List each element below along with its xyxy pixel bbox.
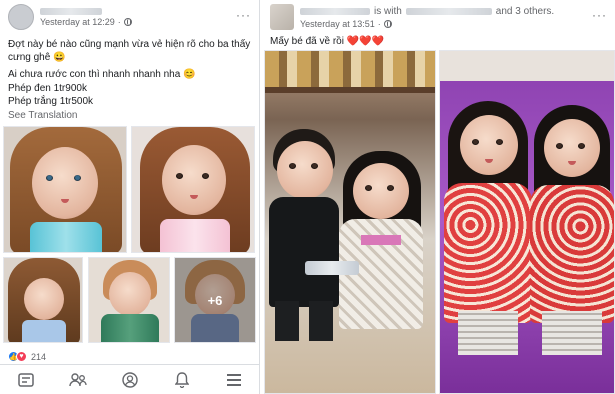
blurred-overlay — [305, 261, 359, 275]
doll-eye — [472, 139, 479, 145]
post-photo-4[interactable] — [88, 257, 170, 343]
wall — [440, 51, 614, 81]
post-photo-1[interactable] — [3, 126, 127, 253]
blurred-name — [40, 7, 102, 15]
shelf-figurines — [265, 51, 435, 87]
more-photos-overlay[interactable]: +6 — [175, 258, 255, 342]
doll-eye — [556, 143, 563, 149]
with-text: is with — [374, 5, 402, 17]
doll-black-outfit — [269, 197, 339, 307]
post-text-line-3: Phép đen 1tr900k — [8, 83, 87, 94]
doll-eye — [578, 143, 585, 149]
doll-eye — [74, 175, 81, 181]
doll-dress — [160, 219, 230, 252]
right-post-header: is with and 3 others. Yesterday at 13:51… — [270, 4, 554, 30]
right-post-timestamp[interactable]: Yesterday at 13:51 — [300, 19, 375, 29]
globe-icon — [383, 19, 392, 28]
doll-eye — [496, 139, 503, 145]
love-reaction-icon: ♥ — [16, 351, 27, 362]
doll-face — [24, 278, 64, 320]
meta-separator: · — [117, 16, 121, 27]
doll-red-dress — [530, 185, 614, 323]
doll-dress — [30, 222, 102, 252]
reaction-count: 214 — [31, 351, 47, 362]
doll-eye — [311, 163, 318, 169]
post-text-line-4: Phép trắng 1tr500k — [8, 96, 94, 107]
poster-avatar[interactable] — [270, 4, 294, 30]
doll-eye — [46, 175, 53, 181]
doll-eye — [176, 173, 183, 179]
blurred-name[interactable] — [300, 7, 370, 15]
right-post-caption: Mấy bé đã về rồi ❤️❤️❤️ — [270, 36, 385, 47]
doll-eye — [289, 163, 296, 169]
right-post-meta: Yesterday at 13:51 · — [300, 19, 554, 29]
globe-icon — [123, 17, 132, 26]
post-photo-2[interactable] — [131, 126, 255, 253]
doll-face — [544, 119, 600, 177]
right-photo-1[interactable] — [264, 50, 436, 394]
right-post: is with and 3 others. Yesterday at 13:51… — [262, 0, 615, 394]
doll-face — [32, 147, 98, 219]
poster-avatar[interactable] — [8, 4, 34, 30]
left-post-options-button[interactable]: ··· — [236, 8, 251, 22]
poster-name-line: is with and 3 others. — [300, 6, 554, 17]
notifications-icon[interactable] — [171, 370, 193, 390]
doll-dress — [22, 320, 66, 342]
left-post-timestamp[interactable]: Yesterday at 12:29 — [40, 17, 115, 27]
and-others-link[interactable]: and 3 others. — [496, 6, 554, 17]
doll-eye — [365, 185, 372, 191]
doll-dress — [101, 314, 159, 342]
doll-face — [353, 163, 409, 219]
right-post-options-button[interactable]: ··· — [592, 8, 607, 22]
doll-eye — [202, 173, 209, 179]
poster-name[interactable] — [40, 7, 132, 15]
post-photo-3[interactable] — [3, 257, 83, 343]
post-text-line-1: Đợt này bé nào cũng mạnh vừa vẻ hiện rõ … — [8, 39, 251, 63]
blurred-tagged-name[interactable] — [405, 7, 492, 15]
doll-pink-sash — [361, 235, 401, 245]
left-post-header: Yesterday at 12:29 · — [8, 4, 132, 30]
doll-tights — [542, 311, 602, 355]
doll-eye — [387, 185, 394, 191]
post-photo-5[interactable]: +6 — [174, 257, 256, 343]
shelf-board — [265, 87, 435, 93]
doll-face — [109, 272, 151, 316]
doll-red-dress — [444, 183, 532, 323]
news-feed-icon[interactable] — [15, 370, 37, 390]
left-header-text: Yesterday at 12:29 · — [40, 7, 132, 27]
right-photo-2[interactable] — [439, 50, 615, 394]
doll-tights — [458, 311, 518, 355]
doll-face — [277, 141, 333, 199]
profile-icon[interactable] — [119, 370, 141, 390]
left-post-meta: Yesterday at 12:29 · — [40, 17, 132, 27]
reactions-summary[interactable]: 👍 ♥ 214 — [8, 351, 46, 362]
left-post: Yesterday at 12:29 · ··· Đợt này bé nào … — [0, 0, 260, 394]
see-translation-link[interactable]: See Translation — [8, 110, 78, 121]
doll-face — [460, 115, 518, 175]
menu-icon[interactable] — [223, 370, 245, 390]
doll-leg — [309, 301, 333, 341]
bottom-navigation-bar — [0, 364, 259, 394]
doll-face — [162, 145, 226, 215]
post-text-line-2: Ai chưa rước con thì nhanh nhanh nha 😊 — [8, 69, 196, 80]
friends-icon[interactable] — [67, 370, 89, 390]
doll-leg — [275, 301, 299, 341]
right-header-text: is with and 3 others. Yesterday at 13:51… — [300, 6, 554, 29]
meta-separator: · — [377, 18, 381, 29]
